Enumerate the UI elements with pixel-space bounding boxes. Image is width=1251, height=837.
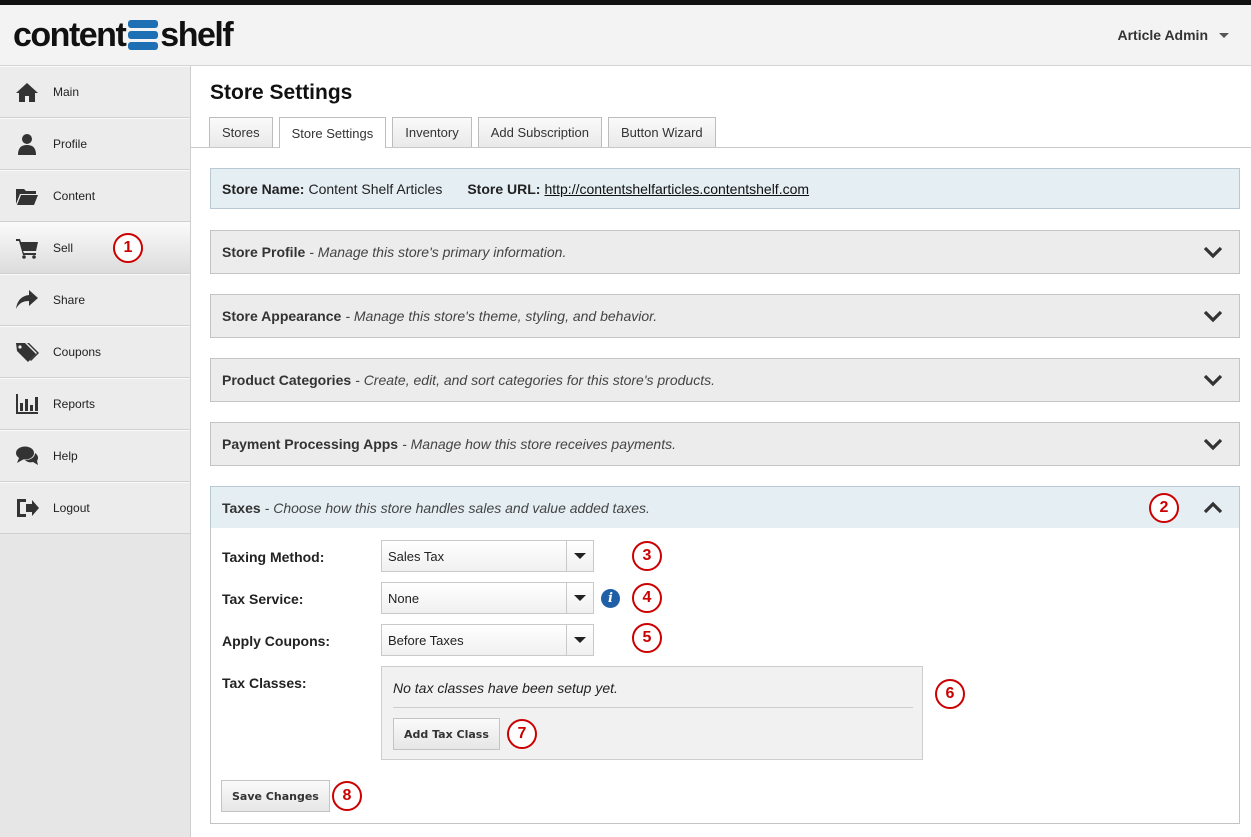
sidebar-item-label: Help xyxy=(53,449,78,463)
sidebar-item-profile[interactable]: Profile xyxy=(0,118,190,170)
divider xyxy=(393,707,913,708)
tax-classes-empty-message: No tax classes have been setup yet. xyxy=(393,680,618,696)
user-name: Article Admin xyxy=(1117,27,1209,43)
logo-text-left: content xyxy=(13,15,127,54)
share-icon xyxy=(14,289,40,311)
store-info-bar: Store Name: Content Shelf Articles Store… xyxy=(210,168,1240,209)
panel-payment-processing[interactable]: Payment Processing Apps - Manage how thi… xyxy=(210,422,1240,466)
tax-classes-box: No tax classes have been setup yet. Add … xyxy=(381,666,923,760)
logout-icon xyxy=(14,497,40,519)
tab-inventory[interactable]: Inventory xyxy=(392,117,472,147)
tab-stores[interactable]: Stores xyxy=(209,117,273,147)
callout-8: 8 xyxy=(332,781,362,811)
logo[interactable]: content shelf xyxy=(13,15,234,54)
callout-5: 5 xyxy=(632,623,662,653)
chevron-down-icon[interactable] xyxy=(1203,436,1223,452)
tax-classes-label: Tax Classes: xyxy=(222,675,307,691)
panel-desc: - Choose how this store handles sales an… xyxy=(264,500,650,516)
taxing-method-label: Taxing Method: xyxy=(222,549,325,565)
sidebar-nav: Main Profile Content Sell 1 Share Coupon… xyxy=(0,66,191,837)
panel-desc: - Manage this store's primary informatio… xyxy=(309,244,567,260)
chevron-down-icon[interactable] xyxy=(1203,244,1223,260)
callout-1: 1 xyxy=(113,233,143,263)
sidebar-item-sell[interactable]: Sell 1 xyxy=(0,222,190,274)
folder-icon xyxy=(14,185,40,207)
panel-store-profile[interactable]: Store Profile - Manage this store's prim… xyxy=(210,230,1240,274)
add-tax-class-button[interactable]: Add Tax Class xyxy=(393,718,500,750)
panel-product-categories[interactable]: Product Categories - Create, edit, and s… xyxy=(210,358,1240,402)
tab-button-wizard[interactable]: Button Wizard xyxy=(608,117,716,147)
panel-title: Store Profile xyxy=(222,244,306,260)
cart-icon xyxy=(14,237,40,259)
bar-chart-icon xyxy=(14,393,40,415)
chevron-down-icon[interactable] xyxy=(1203,308,1223,324)
sidebar-item-label: Content xyxy=(53,189,96,203)
panel-desc: - Manage how this store receives payment… xyxy=(402,436,676,452)
callout-6: 6 xyxy=(935,679,965,709)
panel-title: Store Appearance xyxy=(222,308,342,324)
taxing-method-select[interactable]: Sales Tax xyxy=(381,540,594,572)
apply-coupons-value: Before Taxes xyxy=(388,632,464,648)
sidebar-item-help[interactable]: Help xyxy=(0,430,190,482)
user-menu[interactable]: Article Admin xyxy=(1117,27,1229,43)
sidebar-item-label: Reports xyxy=(53,397,96,411)
sidebar-item-share[interactable]: Share xyxy=(0,274,190,326)
tab-store-settings[interactable]: Store Settings xyxy=(278,117,387,148)
callout-2: 2 xyxy=(1149,493,1179,523)
dropdown-arrow-icon xyxy=(566,541,593,571)
tax-service-select[interactable]: None xyxy=(381,582,594,614)
sidebar-item-logout[interactable]: Logout xyxy=(0,482,190,534)
taxing-method-value: Sales Tax xyxy=(388,548,445,564)
tags-icon xyxy=(14,341,40,363)
main-content: Store Settings Stores Store Settings Inv… xyxy=(191,66,1251,837)
panel-taxes[interactable]: Taxes - Choose how this store handles sa… xyxy=(210,486,1240,530)
chevron-down-icon[interactable] xyxy=(1203,372,1223,388)
dropdown-arrow-icon xyxy=(566,625,593,655)
store-name-label: Store Name: xyxy=(222,180,305,197)
dropdown-arrow-icon xyxy=(566,583,593,613)
chevron-up-icon[interactable] xyxy=(1203,500,1223,516)
user-icon xyxy=(14,133,40,155)
sidebar-item-coupons[interactable]: Coupons xyxy=(0,326,190,378)
panel-title: Product Categories xyxy=(222,372,352,388)
info-icon[interactable]: i xyxy=(601,589,620,608)
save-changes-button[interactable]: Save Changes xyxy=(221,780,330,812)
panel-title: Taxes xyxy=(222,500,261,516)
store-url-label: Store URL: xyxy=(467,180,541,197)
page-title: Store Settings xyxy=(210,81,353,104)
sidebar-item-content[interactable]: Content xyxy=(0,170,190,222)
tab-bar: Stores Store Settings Inventory Add Subs… xyxy=(209,117,716,148)
tax-service-label: Tax Service: xyxy=(222,591,304,607)
store-name-value: Content Shelf Articles xyxy=(308,180,443,197)
tab-add-subscription[interactable]: Add Subscription xyxy=(477,117,602,147)
taxes-form: Taxing Method: Sales Tax 3 Tax Service: … xyxy=(210,528,1240,824)
logo-mark-icon xyxy=(128,20,159,50)
sidebar-item-label: Main xyxy=(53,85,80,99)
sidebar-item-label: Coupons xyxy=(53,345,102,359)
callout-4: 4 xyxy=(632,583,662,613)
caret-down-icon xyxy=(1219,32,1229,38)
callout-7: 7 xyxy=(507,719,537,749)
logo-text-right: shelf xyxy=(160,15,233,54)
sidebar-item-reports[interactable]: Reports xyxy=(0,378,190,430)
sidebar-item-label: Logout xyxy=(53,501,90,515)
panel-title: Payment Processing Apps xyxy=(222,436,399,452)
app-header: content shelf Article Admin xyxy=(0,5,1251,66)
home-icon xyxy=(14,81,40,103)
apply-coupons-label: Apply Coupons: xyxy=(222,633,331,649)
callout-3: 3 xyxy=(632,541,662,571)
store-url-link[interactable]: http://contentshelfarticles.contentshelf… xyxy=(544,181,809,197)
apply-coupons-select[interactable]: Before Taxes xyxy=(381,624,594,656)
sidebar-item-label: Profile xyxy=(53,137,88,151)
panel-desc: - Create, edit, and sort categories for … xyxy=(355,372,715,388)
panel-desc: - Manage this store's theme, styling, an… xyxy=(345,308,658,324)
panel-store-appearance[interactable]: Store Appearance - Manage this store's t… xyxy=(210,294,1240,338)
sidebar-item-label: Sell xyxy=(53,241,74,255)
tax-service-value: None xyxy=(388,590,420,606)
sidebar-item-label: Share xyxy=(53,293,86,307)
chat-icon xyxy=(14,445,40,467)
sidebar-item-main[interactable]: Main xyxy=(0,66,190,118)
